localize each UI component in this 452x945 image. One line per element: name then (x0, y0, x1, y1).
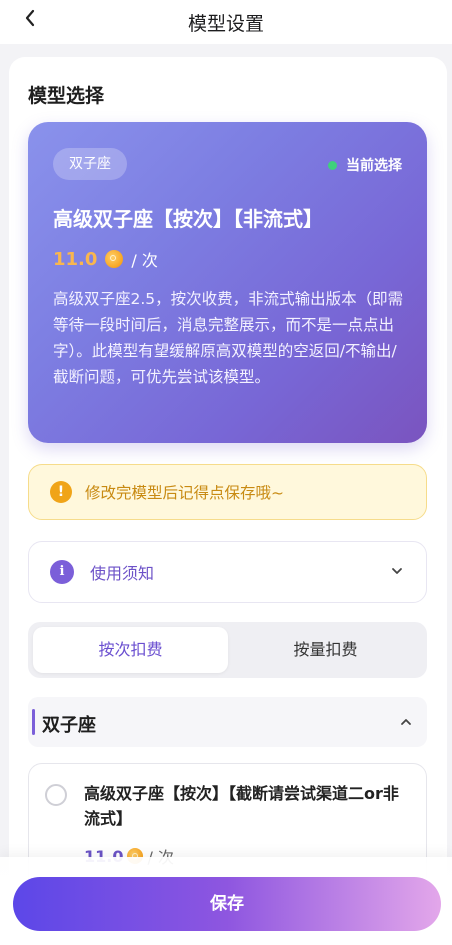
chevron-left-icon (25, 9, 35, 27)
price-value: 11.0 (53, 248, 98, 270)
tab-per-volume[interactable]: 按量扣费 (228, 627, 423, 673)
price-unit: / 次 (131, 251, 158, 270)
section-title: 模型选择 (28, 85, 105, 107)
current-selection-indicator: 当前选择 (328, 155, 402, 175)
settings-panel: 模型选择 双子座 当前选择 高级双子座【按次】【非流式】 11.0 / 次 高级… (9, 57, 447, 945)
billing-tabs: 按次扣费 按量扣费 (28, 622, 427, 678)
current-model-card: 双子座 当前选择 高级双子座【按次】【非流式】 11.0 / 次 高级双子座2.… (28, 122, 427, 443)
page-title: 模型设置 (187, 12, 264, 35)
chevron-down-icon (392, 568, 402, 574)
bottom-action-bar: 保存 (0, 857, 452, 945)
coin-icon (105, 250, 124, 268)
exclamation-icon: ! (50, 481, 72, 503)
group-label: 双子座 (42, 715, 96, 736)
usage-notes-toggle[interactable]: i 使用须知 (28, 541, 427, 603)
save-reminder-notice: ! 修改完模型后记得点保存哦~ (28, 464, 427, 520)
current-model-name: 高级双子座【按次】【非流式】 (53, 207, 323, 231)
model-group-header[interactable]: 双子座 (28, 697, 427, 747)
info-icon: i (50, 560, 74, 584)
radio-button[interactable] (45, 784, 67, 806)
chevron-up-icon[interactable] (399, 715, 413, 729)
top-nav-bar: 模型设置 (0, 0, 452, 44)
usage-notes-label: 使用须知 (90, 564, 155, 583)
option-name: 高级双子座【按次】【截断请尝试渠道二or非流式】 (84, 784, 399, 828)
back-button[interactable] (18, 6, 42, 30)
tab-per-use[interactable]: 按次扣费 (33, 627, 228, 673)
current-selection-label: 当前选择 (346, 158, 402, 174)
status-dot-icon (328, 160, 337, 170)
current-model-description: 高级双子座2.5，按次收费，非流式输出版本（即需等待一段时间后，消息完整展示，而… (53, 290, 404, 386)
save-button[interactable]: 保存 (13, 877, 441, 931)
model-family-tag: 双子座 (53, 148, 127, 180)
notice-text: 修改完模型后记得点保存哦~ (85, 484, 284, 502)
group-accent-bar (32, 709, 35, 735)
current-model-price: 11.0 / 次 (53, 247, 158, 271)
